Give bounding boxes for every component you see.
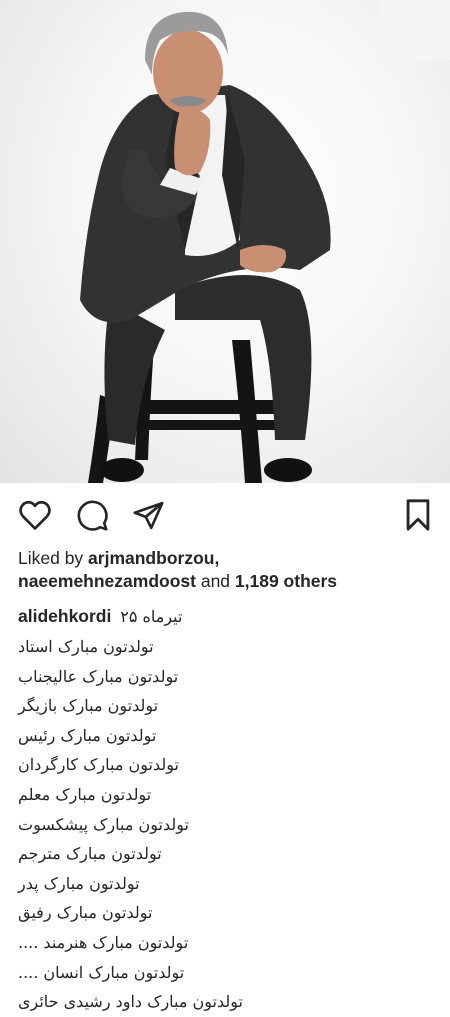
heart-icon <box>19 500 51 530</box>
bookmark-icon <box>406 499 430 531</box>
seated-man-illustration <box>80 0 450 483</box>
liker-link[interactable]: naeemehnezamdoost <box>18 571 196 591</box>
action-bar <box>0 493 450 537</box>
post-photo[interactable] <box>0 0 450 483</box>
paper-plane-icon <box>132 501 164 529</box>
save-button[interactable] <box>400 497 436 533</box>
caption-line: تولدتون مبارک هنرمند .... <box>18 932 189 952</box>
caption-line: تولدتون مبارک بازیگر <box>18 696 159 716</box>
caption-line: تولدتون مبارک استاد <box>18 637 154 656</box>
likes-prefix: Liked by <box>18 548 89 568</box>
caption-line: تولدتون مبارک معلم <box>18 784 152 804</box>
share-button[interactable] <box>130 497 166 533</box>
caption-username[interactable]: alidehkordi <box>18 606 111 626</box>
caption-line: تولدتون مبارک مترجم <box>18 844 162 864</box>
comment-button[interactable] <box>74 497 110 533</box>
caption-text: تولدتون مبارک استاد تولدتون مبارک عالیجنا… <box>18 632 438 1017</box>
caption-line: تولدتون مبارک کارگردان <box>18 755 179 775</box>
caption-line: تولدتون مبارک رفیق <box>18 903 153 923</box>
caption-line: تولدتون مبارک رئیس <box>18 725 157 745</box>
caption-line: تولدتون مبارک پدر <box>18 873 140 893</box>
likes-and: and <box>195 571 235 591</box>
caption-header: alidehkordi ۲۵ تیرماه <box>18 604 438 629</box>
likes-count-link[interactable]: 1,189 others <box>235 571 337 591</box>
likes-summary: Liked by arjmandborzou, naeemehnezamdoos… <box>18 547 438 593</box>
liker-link[interactable]: arjmandborzou, <box>88 548 219 568</box>
comment-icon <box>77 500 108 531</box>
caption-date: ۲۵ تیرماه <box>120 607 183 626</box>
caption-line: تولدتون مبارک پیشکسوت <box>18 814 189 834</box>
caption-line: تولدتون مبارک انسان .... <box>18 962 185 982</box>
caption-line: تولدتون مبارک عالیجناب <box>18 666 179 686</box>
caption-line: تولدتون مبارک داود رشیدی حائری <box>18 992 243 1012</box>
like-button[interactable] <box>17 497 53 533</box>
